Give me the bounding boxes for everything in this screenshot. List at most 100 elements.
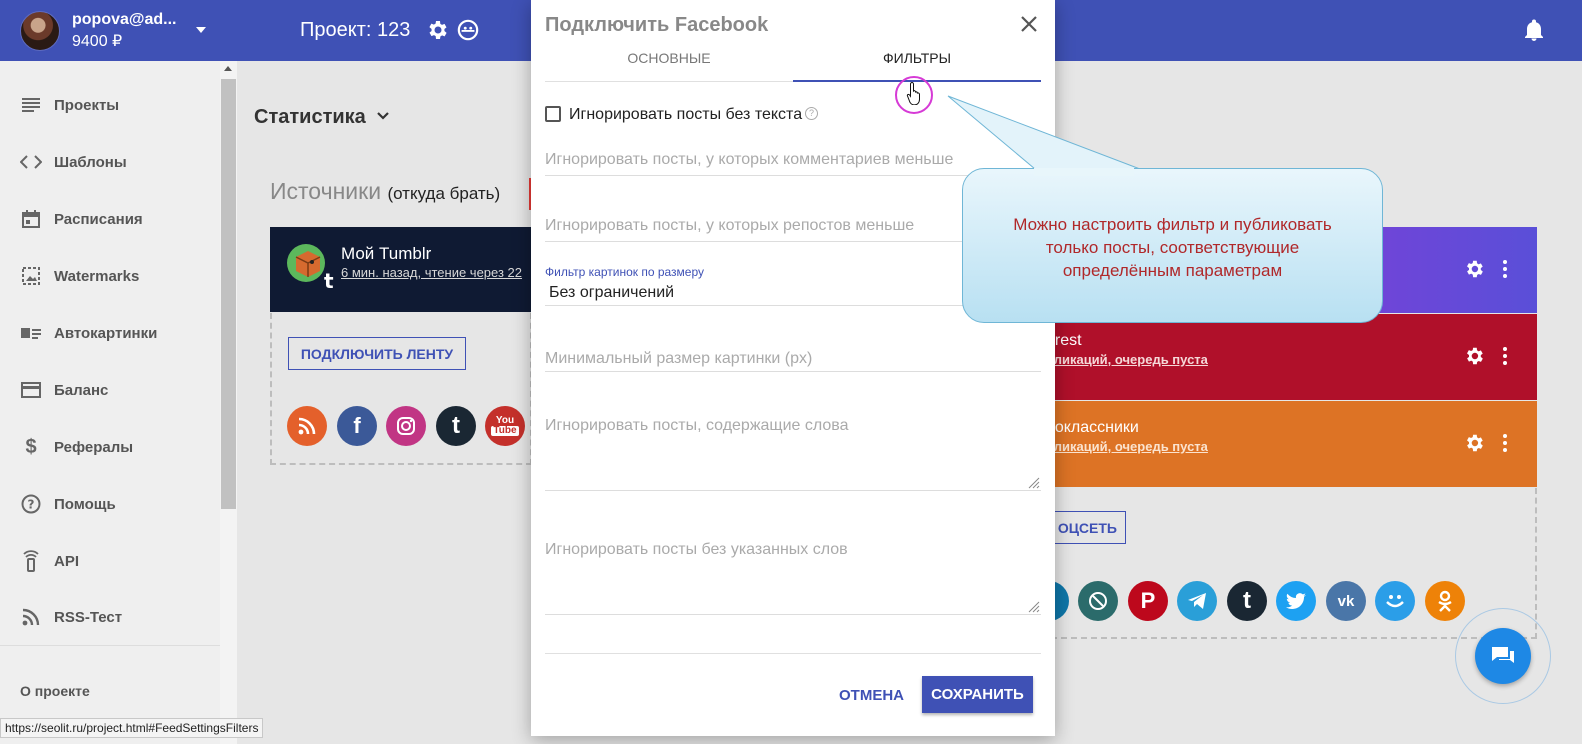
hint-text: Можно настроить фильтр и публиковать тол…: [962, 213, 1383, 282]
image-watermark-icon: [20, 265, 42, 287]
hint-line-2: только посты, соответствующие: [1045, 238, 1300, 257]
statistics-dropdown[interactable]: Статистика: [254, 106, 366, 129]
sidebar-item-label: Watermarks: [54, 267, 140, 285]
chevron-down-icon[interactable]: [376, 109, 390, 123]
auto-image-icon: [20, 322, 42, 344]
footer-divider: [545, 640, 1041, 654]
image-filter-value[interactable]: Без ограничений: [549, 284, 674, 302]
sidebar-item-watermarks[interactable]: Watermarks: [20, 261, 215, 291]
scroll-up-icon[interactable]: [224, 66, 232, 71]
twitter-icon[interactable]: [1276, 581, 1316, 621]
chevron-down-icon[interactable]: [196, 27, 206, 33]
sidebar-item-referrals[interactable]: $ Рефералы: [20, 432, 215, 462]
save-button[interactable]: СОХРАНИТЬ: [922, 676, 1033, 713]
sidebar-item-rss-test[interactable]: RSS-Тест: [20, 602, 215, 632]
avatar[interactable]: [20, 11, 60, 51]
youtube-source-icon[interactable]: You Tube: [485, 406, 525, 446]
sources-subtitle: (откуда брать): [387, 184, 501, 203]
gear-icon[interactable]: [1463, 345, 1485, 367]
tumblr-icon[interactable]: t: [1227, 581, 1267, 621]
ignore-no-text-checkbox[interactable]: [545, 106, 561, 122]
min-image-size-field[interactable]: Минимальный размер картинки (px): [545, 350, 1041, 372]
instagram-source-icon[interactable]: [386, 406, 426, 446]
chat-icon: [1492, 647, 1514, 663]
destination-name: ноклассники: [1046, 419, 1139, 436]
cancel-button[interactable]: ОТМЕНА: [833, 677, 910, 713]
moimir-icon[interactable]: [1375, 581, 1415, 621]
tooltip-pointer-join: [1034, 168, 1134, 176]
about-link[interactable]: О проекте: [20, 683, 90, 699]
resize-handle-icon[interactable]: [1028, 477, 1040, 489]
bell-icon[interactable]: [1524, 19, 1544, 41]
browser-status-url: https://seolit.ru/project.html#FeedSetti…: [0, 718, 264, 738]
feed-meta-link[interactable]: 6 мин. назад, чтение через 22: [341, 265, 531, 280]
tab-basic[interactable]: ОСНОВНЫЕ: [545, 50, 793, 84]
odnoklassniki-icon[interactable]: [1425, 581, 1465, 621]
gear-icon[interactable]: [425, 18, 449, 42]
sidebar-item-label: Шаблоны: [54, 153, 127, 171]
without-words-textarea[interactable]: Игнорировать посты без указанных слов: [545, 541, 1041, 615]
sidebar-item-label: RSS-Тест: [54, 608, 123, 626]
credit-card-icon: [20, 379, 42, 401]
rss-source-icon[interactable]: [287, 406, 327, 446]
hint-line-3: определённым параметрам: [1062, 261, 1283, 280]
api-icon: [20, 550, 42, 572]
help-icon: ?: [20, 493, 42, 515]
svg-text:?: ?: [28, 498, 35, 512]
user-balance: 9400 ₽: [72, 33, 123, 50]
user-email[interactable]: popova@ad...: [72, 11, 177, 29]
tumblr-source-icon[interactable]: t: [436, 406, 476, 446]
sidebar-item-autoimages[interactable]: Автокартинки: [20, 318, 215, 348]
destination-meta-link[interactable]: бликаций, очередь пуста: [1046, 352, 1208, 367]
sidebar-item-schedules[interactable]: Расписания: [20, 204, 215, 234]
sidebar-item-api[interactable]: API: [20, 546, 215, 576]
sidebar-item-help[interactable]: ? Помощь: [20, 489, 215, 519]
dollar-icon: $: [25, 435, 37, 458]
resize-handle-icon[interactable]: [1028, 601, 1040, 613]
sources-title: Источники: [270, 178, 382, 204]
feed-name: Мой Tumblr: [341, 244, 432, 263]
code-icon: [20, 151, 42, 173]
telegram-icon[interactable]: [1177, 581, 1217, 621]
sidebar-item-label: Рефералы: [54, 438, 134, 456]
pinterest-icon[interactable]: P: [1128, 581, 1168, 621]
help-icon[interactable]: ?: [805, 107, 818, 120]
sidebar-item-label: Помощь: [54, 495, 116, 513]
sidebar-item-balance[interactable]: Баланс: [20, 375, 215, 405]
sidebar-item-label: API: [54, 552, 80, 570]
sources-heading: Источники (откуда брать): [270, 178, 500, 205]
dialog-title: Подключить Facebook: [545, 14, 769, 36]
sidebar-item-label: Баланс: [54, 381, 109, 399]
sidebar-item-label: Автокартинки: [54, 324, 158, 342]
image-filter-label: Фильтр картинок по размеру: [545, 265, 705, 279]
contains-words-textarea[interactable]: Игнорировать посты, содержащие слова: [545, 417, 1041, 491]
sidebar-item-templates[interactable]: Шаблоны: [20, 147, 215, 177]
ignore-no-text-label[interactable]: Игнорировать посты без текста: [569, 106, 802, 124]
livejournal-icon[interactable]: [1078, 581, 1118, 621]
vk-icon[interactable]: vk: [1326, 581, 1366, 621]
more-vert-icon[interactable]: [1500, 346, 1510, 366]
more-vert-icon[interactable]: [1500, 433, 1510, 453]
sidebar-scrollbar[interactable]: [220, 61, 237, 744]
close-icon[interactable]: [1019, 14, 1039, 34]
sidebar-item-label: Расписания: [54, 210, 143, 228]
support-face-icon[interactable]: [457, 19, 479, 41]
destination-meta-link[interactable]: бликаций, очередь пуста: [1046, 439, 1208, 454]
tumblr-box-icon: t: [287, 244, 334, 291]
hand-pointer-icon: [906, 81, 920, 105]
chat-button[interactable]: [1475, 628, 1531, 684]
scroll-thumb[interactable]: [221, 79, 236, 509]
sidebar-item-projects[interactable]: Проекты: [20, 90, 215, 120]
project-title: Проект: 123: [300, 19, 411, 41]
gear-icon[interactable]: [1463, 432, 1485, 454]
sidebar-item-label: Проекты: [54, 96, 120, 114]
facebook-source-icon[interactable]: f: [337, 406, 377, 446]
hint-line-1: Можно настроить фильтр и публиковать: [1013, 215, 1332, 234]
rss-icon: [20, 606, 42, 628]
sidebar-divider: [0, 645, 220, 646]
connect-feed-button[interactable]: ПОДКЛЮЧИТЬ ЛЕНТУ: [288, 337, 466, 370]
svg-text:t: t: [324, 269, 334, 291]
calendar-icon: [20, 208, 42, 230]
gear-icon[interactable]: [1463, 258, 1485, 280]
more-vert-icon[interactable]: [1500, 259, 1510, 279]
